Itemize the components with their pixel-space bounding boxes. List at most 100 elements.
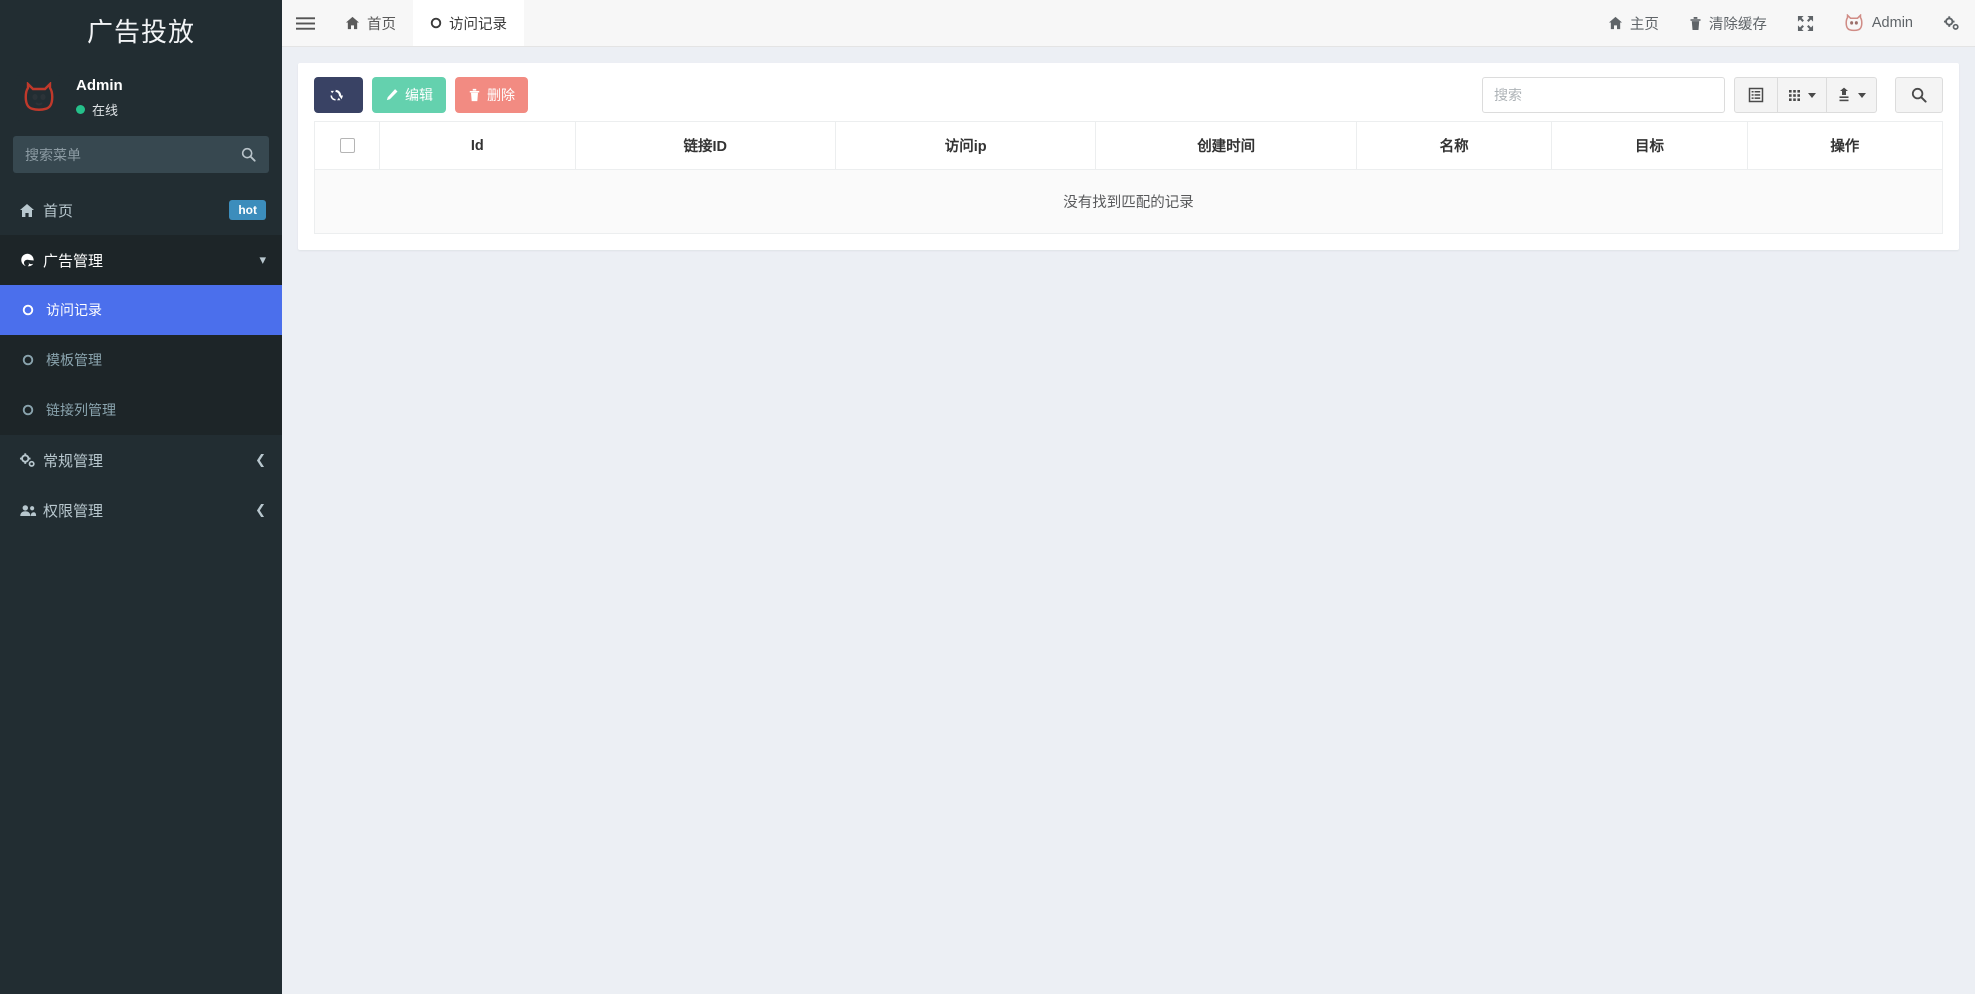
table-empty-row: 没有找到匹配的记录 (314, 169, 1943, 234)
table-body: 没有找到匹配的记录 (314, 169, 1943, 234)
column-header-visit-ip[interactable]: 访问ip (834, 121, 1097, 170)
table-view-controls (1734, 77, 1877, 113)
sidebar-item-ad-management[interactable]: 广告管理 ▾ (0, 235, 282, 285)
refresh-icon (328, 88, 343, 103)
delete-button[interactable]: 删除 (455, 77, 528, 113)
sidebar-item-permission-management-label: 权限管理 (43, 502, 104, 520)
table-header-row: Id 链接ID 访问ip 创建时间 名称 目标 操作 (313, 121, 1944, 170)
clear-cache-label: 清除缓存 (1708, 16, 1767, 33)
sidebar-item-link-management[interactable]: 链接列管理 (0, 385, 282, 435)
online-dot-icon (76, 105, 85, 114)
user-name: Admin (76, 77, 123, 94)
export-dropdown[interactable] (1826, 77, 1877, 113)
sidebar-menu: 首页 hot 广告管理 ▾ 访问记录 模板管理 链接列管理 常规管理 ❮ 权限管… (0, 185, 282, 535)
table-head: Id 链接ID 访问ip 创建时间 名称 目标 操作 (313, 121, 1944, 170)
menu-search-input[interactable] (13, 146, 241, 163)
user-status-label: 在线 (92, 103, 119, 118)
search-icon (1911, 87, 1927, 103)
toolbar-right-controls (1482, 77, 1943, 113)
fullscreen-expand-icon[interactable] (1782, 0, 1829, 46)
chevron-left-icon: ❮ (255, 452, 266, 467)
table-toolbar: 编辑 删除 (314, 77, 1943, 113)
delete-button-label: 删除 (487, 87, 515, 103)
main-area: 首页 访问记录 主页 清除缓存 Admin 编辑 删除 搜索 Id 链接ID 访… (282, 0, 1975, 994)
tab-visit-records-label: 访问记录 (449, 16, 507, 33)
topbar-right: 主页 清除缓存 Admin (1593, 0, 1975, 46)
user-info: Admin 在线 (76, 77, 123, 119)
clear-cache-button[interactable]: 清除缓存 (1674, 0, 1782, 46)
user-menu-label: Admin (1871, 15, 1913, 31)
sidebar-item-home-label: 首页 (43, 202, 74, 220)
home-icon (345, 16, 360, 30)
columns-toggle-button[interactable] (1734, 77, 1778, 113)
chevron-down-icon (1858, 92, 1866, 98)
chevron-down-icon: ▾ (259, 252, 266, 267)
sidebar-item-permission-management[interactable]: 权限管理 ❮ (0, 485, 282, 535)
circle-icon (22, 404, 46, 416)
column-header-create-time[interactable]: 创建时间 (1095, 121, 1357, 170)
sidebar-item-general-management[interactable]: 常规管理 ❮ (0, 435, 282, 485)
select-all-header (313, 121, 381, 170)
search-submit-button[interactable] (1895, 77, 1943, 113)
user-panel[interactable]: Admin 在线 (0, 60, 282, 136)
list-alt-icon (1748, 87, 1764, 103)
gears-icon (19, 452, 43, 468)
tab-visit-records[interactable]: 访问记录 (413, 0, 524, 46)
sidebar-search[interactable] (13, 136, 269, 173)
sidebar-item-ad-management-label: 广告管理 (43, 252, 104, 270)
sidebar: 广告投放 Admin 在线 搜索菜单 首页 hot 广告管理 ▾ 访问记录 模板… (0, 0, 282, 994)
sidebar-item-template-management[interactable]: 模板管理 (0, 335, 282, 385)
sidebar-submenu-ad-management: 访问记录 模板管理 链接列管理 (0, 285, 282, 435)
brand-header[interactable]: 广告投放 (0, 0, 282, 60)
column-header-link-id[interactable]: 链接ID (574, 121, 836, 170)
hot-badge: hot (229, 200, 266, 220)
column-header-name[interactable]: 名称 (1355, 121, 1553, 170)
grid-view-dropdown[interactable] (1777, 77, 1827, 113)
refresh-button[interactable] (314, 77, 363, 113)
sidebar-item-visit-records[interactable]: 访问记录 (0, 285, 282, 335)
topbar-home-button[interactable]: 主页 (1593, 0, 1674, 46)
settings-gear-button[interactable] (1928, 0, 1975, 46)
hamburger-icon[interactable] (282, 0, 328, 46)
sidebar-search-wrap (0, 136, 282, 185)
user-menu[interactable]: Admin (1829, 0, 1928, 46)
trash-icon (468, 88, 481, 102)
select-all-checkbox[interactable] (339, 138, 355, 154)
cat-logo-icon (16, 75, 62, 121)
sidebar-item-visit-records-label: 访问记录 (46, 302, 102, 318)
topbar-left: 首页 访问记录 (282, 0, 524, 46)
search-input[interactable] (1482, 77, 1725, 113)
chevron-left-icon: ❮ (255, 502, 266, 517)
app-root: 广告投放 Admin 在线 搜索菜单 首页 hot 广告管理 ▾ 访问记录 模板… (0, 0, 1975, 994)
topbar-home-label: 主页 (1629, 16, 1659, 33)
edit-button[interactable]: 编辑 (372, 77, 446, 113)
sidebar-item-general-management-label: 常规管理 (43, 452, 104, 470)
gear-icon (1943, 15, 1960, 31)
circle-icon (430, 17, 442, 29)
search-icon[interactable] (241, 147, 269, 162)
column-header-target[interactable]: 目标 (1551, 121, 1748, 170)
column-header-actions[interactable]: 操作 (1746, 121, 1944, 170)
export-icon (1837, 87, 1853, 103)
empty-message: 没有找到匹配的记录 (314, 169, 1943, 234)
trash-icon (1689, 16, 1702, 31)
edit-button-label: 编辑 (405, 87, 433, 103)
brand-title: 广告投放 (86, 16, 195, 47)
sidebar-item-home[interactable]: 首页 hot (0, 185, 282, 235)
home-icon (1608, 16, 1623, 30)
users-icon (19, 503, 43, 518)
pencil-icon (385, 88, 399, 102)
visit-records-table: Id 链接ID 访问ip 创建时间 名称 目标 操作 没有找到匹配的记录 (313, 121, 1944, 234)
content-area: 编辑 删除 搜索 Id 链接ID 访问ip 创建时间 名称 目标 操作 没有找到… (282, 47, 1975, 994)
tab-home[interactable]: 首页 (328, 0, 413, 46)
user-status: 在线 (76, 100, 123, 119)
toolbar-action-buttons: 编辑 删除 (314, 77, 528, 113)
home-icon (19, 203, 43, 218)
tab-home-label: 首页 (367, 16, 396, 33)
column-header-id[interactable]: Id (379, 121, 576, 170)
chevron-down-icon (1808, 92, 1816, 98)
edge-browser-icon (19, 252, 43, 268)
fullscreen-expand-glyph (1797, 15, 1814, 32)
topbar: 首页 访问记录 主页 清除缓存 Admin (282, 0, 1975, 47)
grid-icon (1788, 88, 1803, 103)
